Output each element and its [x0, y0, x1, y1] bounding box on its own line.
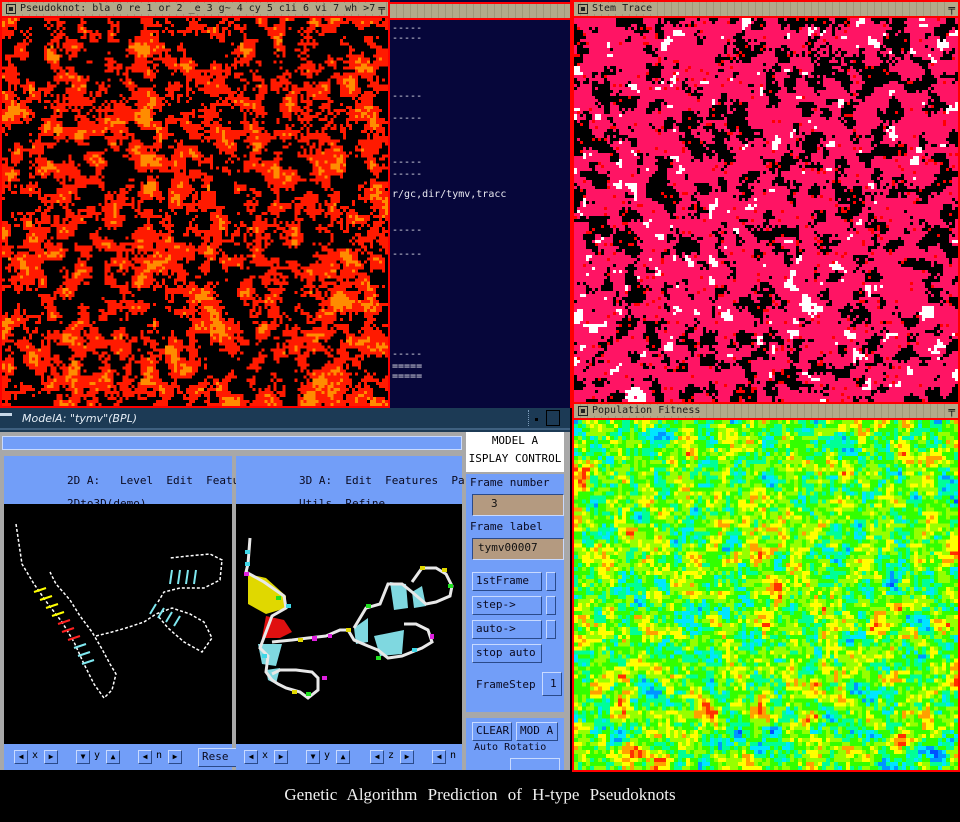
rotate-y-down-button[interactable]: ▼ [306, 750, 320, 764]
axis-controls-3d: ◀ x ▶ ▼ y ▲ ◀ z ▶ ◀ n [240, 748, 462, 766]
auto-forward-button[interactable]: auto-> [472, 620, 542, 639]
rotate-x-left-button[interactable]: ◀ [244, 750, 258, 764]
rotate-y-down-button[interactable]: ▼ [76, 750, 90, 764]
rotate-y-up-button[interactable]: ▲ [106, 750, 120, 764]
model-window: ModelA: "tymv"(BPL) 2D A: Level Edit Fea… [0, 408, 570, 770]
rotate-x-left-button[interactable]: ◀ [14, 750, 28, 764]
maximize-icon[interactable]: ╤ [948, 2, 955, 15]
model-title: ModelA: "tymv"(BPL) [22, 412, 138, 425]
rna-2d-backbone [15, 523, 223, 700]
reset-button[interactable]: Rese [198, 748, 238, 767]
population-fitness-titlebar[interactable]: Population Fitness ╤ [574, 404, 958, 420]
rotate-y-up-button[interactable]: ▲ [336, 750, 350, 764]
terminal-line: ----- [392, 33, 423, 44]
terminal-titlebar[interactable] [390, 2, 570, 20]
stop-auto-button[interactable]: stop auto [472, 644, 542, 663]
pseudoknot-titlebar[interactable]: Pseudoknot: bla 0 re 1 or 2 _e 3 g~ 4 cy… [2, 2, 388, 18]
maximize-icon[interactable]: ╤ [948, 404, 955, 417]
axis-y-label: y [324, 750, 331, 761]
terminal-line: ----- [392, 249, 423, 260]
panel-2d: 2D A: Level Edit Features 2Dto3D(demo) ◀… [4, 456, 259, 770]
rna-3d-view[interactable] [236, 504, 462, 744]
terminal-line: ----- [392, 157, 423, 168]
framestep-field[interactable]: 1 [542, 672, 562, 696]
pseudoknot-grid [2, 18, 388, 406]
terminal-line: r/gc,dir/tymv,tracc [392, 189, 507, 200]
rna-2d-pairs [33, 569, 197, 665]
window-menu-icon[interactable] [578, 4, 588, 14]
pseudoknot-window: Pseudoknot: bla 0 re 1 or 2 _e 3 g~ 4 cy… [0, 0, 390, 408]
panel-3d: 3D A: Edit Features Params Utils Refine [236, 456, 491, 770]
window-menu-icon[interactable] [578, 406, 588, 416]
header-line1: MODEL A [491, 434, 539, 447]
first-frame-aux-button[interactable] [546, 572, 556, 591]
frame-label-label: Frame label [470, 520, 543, 533]
rotate-z-right-button[interactable]: ▶ [400, 750, 414, 764]
framestep-label: FrameStep [476, 678, 536, 691]
axis-n-label: n [450, 750, 457, 761]
maximize-button[interactable] [546, 410, 560, 426]
axis-z-label: z [388, 750, 395, 761]
frame-label-field[interactable]: tymv00007 [472, 538, 564, 560]
stem-trace-titlebar[interactable]: Stem Trace ╤ [574, 2, 958, 18]
rotate-n-left-button[interactable]: ◀ [138, 750, 152, 764]
terminal-line: ----- [392, 91, 423, 102]
pseudoknot-title: Pseudoknot: bla 0 re 1 or 2 _e 3 g~ 4 cy… [20, 3, 379, 14]
step-back-button[interactable] [546, 596, 556, 615]
model-titlebar[interactable]: ModelA: "tymv"(BPL) [0, 408, 570, 430]
frame-number-label: Frame number [470, 476, 550, 489]
auto-rotation-label: Auto Rotatio [474, 742, 547, 753]
window-menu-icon[interactable] [6, 4, 16, 14]
minimize-button[interactable] [528, 410, 543, 426]
rotate-n-right-button[interactable]: ▶ [168, 750, 182, 764]
terminal-line: ----- [392, 349, 423, 360]
axis-x-label: x [262, 750, 269, 761]
stem-trace-title: Stem Trace [592, 3, 656, 14]
model-body: 2D A: Level Edit Features 2Dto3D(demo) ◀… [0, 432, 570, 770]
population-fitness-title: Population Fitness [592, 405, 704, 416]
auto-back-button[interactable] [546, 620, 556, 639]
top-bar [2, 436, 462, 450]
header-line2: ISPLAY CONTROL [468, 452, 562, 465]
rotate-x-right-button[interactable]: ▶ [44, 750, 58, 764]
terminal-line: ----- [392, 169, 423, 180]
stem-trace-grid [574, 18, 958, 402]
rotation-panel: CLEAR MOD A Auto Rotatio [466, 718, 564, 770]
display-control-header: MODEL A ISPLAY CONTROL [466, 432, 564, 472]
clear-button[interactable]: CLEAR [472, 722, 512, 741]
axis-x-label: x [32, 750, 39, 761]
window-menu-button[interactable] [0, 413, 12, 416]
terminal-window: ----- ----- ----- ----- ----- ----- r/gc,dir/t… [388, 0, 572, 408]
caption: Genetic Algorithm Prediction of H-type P… [284, 785, 676, 804]
stem-trace-window: Stem Trace ╤ [572, 0, 960, 404]
terminal-line: ----- [392, 225, 423, 236]
rotate-n-left-button[interactable]: ◀ [432, 750, 446, 764]
terminal-line: ----- [392, 113, 423, 124]
axis-n-label: n [156, 750, 163, 761]
rotate-z-left-button[interactable]: ◀ [370, 750, 384, 764]
display-control-panel: Frame number 3 Frame label tymv00007 1st… [466, 474, 564, 712]
menu-features-3d[interactable]: Features [385, 474, 438, 487]
population-fitness-window: Population Fitness ╤ [572, 402, 960, 772]
axis-controls-2d: ◀ x ▶ ▼ y ▲ ◀ n ▶ Rese [10, 748, 238, 767]
maximize-icon[interactable]: ╤ [378, 2, 385, 15]
mod-a-button[interactable]: MOD A [516, 722, 558, 741]
rotate-x-right-button[interactable]: ▶ [274, 750, 288, 764]
first-frame-button[interactable]: 1stFrame [472, 572, 542, 591]
axis-y-label: y [94, 750, 101, 761]
frame-number-field[interactable]: 3 [472, 494, 564, 516]
population-fitness-grid [574, 420, 958, 770]
menu-edit[interactable]: Edit [166, 474, 193, 487]
rna-2d-view[interactable] [4, 504, 232, 744]
auto-rotation-field[interactable] [510, 758, 560, 770]
step-forward-button[interactable]: step-> [472, 596, 542, 615]
terminal-line: ===== [392, 371, 423, 382]
